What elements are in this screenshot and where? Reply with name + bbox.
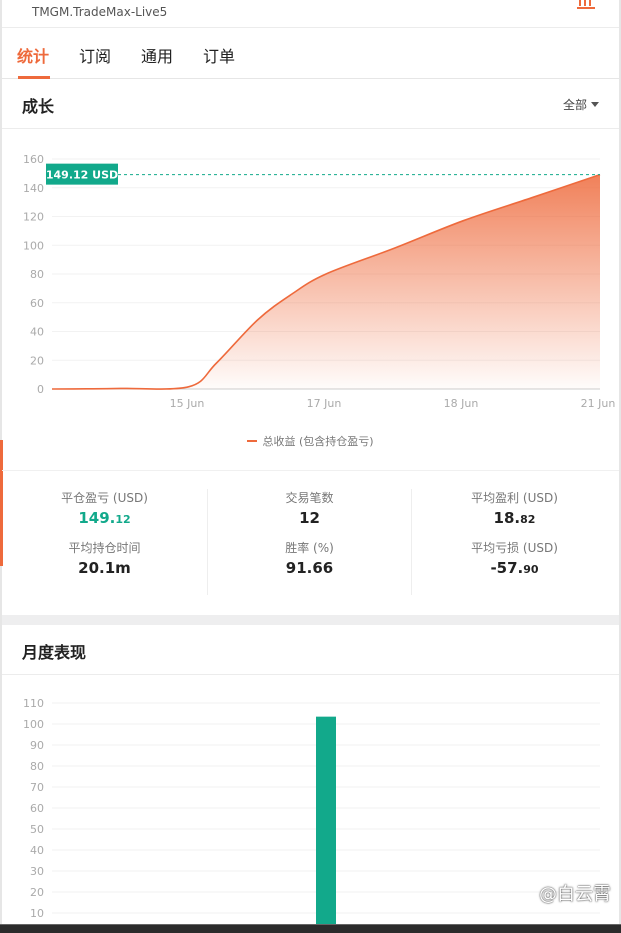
closed-pl-label: 平仓盈亏 (USD) bbox=[61, 491, 148, 505]
tab-statistics[interactable]: 统计 bbox=[17, 43, 49, 67]
growth-y-tick-label: 100 bbox=[23, 239, 44, 252]
monthly-y-tick-label: 80 bbox=[30, 760, 44, 773]
monthly-y-tick-label: 90 bbox=[30, 739, 44, 752]
growth-y-tick-label: 20 bbox=[30, 354, 44, 367]
current-value-badge-text: 149.12 USD bbox=[46, 169, 118, 182]
avg-hold-label: 平均持仓时间 bbox=[68, 541, 141, 555]
avg-profit-int: 18. bbox=[493, 509, 521, 527]
growth-y-tick-label: 40 bbox=[30, 326, 44, 339]
monthly-y-tick-label: 110 bbox=[23, 697, 44, 710]
avg-loss-label: 平均亏损 (USD) bbox=[471, 541, 558, 555]
caret-down-icon bbox=[591, 102, 599, 107]
top-bar: TMGM.TradeMax-Live5 bbox=[2, 0, 619, 28]
growth-x-tick-label: 15 Jun bbox=[170, 397, 205, 410]
growth-y-tick-label: 160 bbox=[23, 153, 44, 166]
stats-col-2: 交易笔数 12 胜率 (%) 91.66 bbox=[207, 489, 412, 595]
account-name: TMGM.TradeMax-Live5 bbox=[32, 5, 168, 19]
section-divider bbox=[2, 615, 619, 625]
growth-title: 成长 bbox=[22, 97, 55, 116]
monthly-chart: 10 20 30 40 50 60 70 80 90 100 110 bbox=[23, 697, 600, 924]
avg-loss-dec: 90 bbox=[523, 563, 539, 576]
growth-chart: 0 20 40 60 80 100 120 140 160 15 Jun 17 Jun 18 Jun 2… bbox=[23, 153, 616, 410]
avg-loss-value: -57.90 bbox=[412, 559, 617, 589]
growth-area-fill bbox=[52, 174, 600, 390]
range-label: 全部 bbox=[562, 98, 587, 112]
closed-pl-value: 149.12 bbox=[2, 509, 207, 539]
tab-orders[interactable]: 订单 bbox=[203, 43, 235, 67]
legend-line-icon bbox=[247, 440, 258, 442]
growth-y-tick-label: 80 bbox=[30, 268, 44, 281]
tab-subscribe[interactable]: 订阅 bbox=[79, 43, 111, 67]
growth-y-tick-label: 140 bbox=[23, 182, 44, 195]
bar-chart-icon[interactable] bbox=[577, 0, 597, 10]
growth-y-tick-label: 60 bbox=[30, 297, 44, 310]
monthly-y-tick-label: 100 bbox=[23, 718, 44, 731]
range-dropdown[interactable]: 全部 bbox=[563, 96, 599, 113]
monthly-y-tick-label: 50 bbox=[30, 823, 44, 836]
trades-label: 交易笔数 bbox=[285, 491, 334, 505]
stats-col-3: 平均盈利 (USD) 18.82 平均亏损 (USD) -57.90 bbox=[412, 489, 617, 589]
monthly-title: 月度表现 bbox=[22, 643, 87, 662]
growth-y-tick-label: 120 bbox=[23, 211, 44, 224]
avg-profit-value: 18.82 bbox=[412, 509, 617, 539]
monthly-y-tick-label: 40 bbox=[30, 844, 44, 857]
monthly-bar bbox=[316, 716, 336, 924]
watermark: @白云霄 bbox=[539, 884, 611, 905]
monthly-y-tick-label: 30 bbox=[30, 865, 44, 878]
closed-pl-dec: 12 bbox=[115, 513, 131, 526]
os-taskbar bbox=[0, 924, 621, 933]
monthly-y-tick-label: 20 bbox=[30, 886, 44, 899]
growth-legend[interactable]: 总收益 (包含持仓盈亏) bbox=[0, 433, 621, 449]
growth-x-tick-label: 18 Jun bbox=[444, 397, 479, 410]
avg-profit-dec: 82 bbox=[520, 513, 536, 526]
stats-panel: 平仓盈亏 (USD) 149.12 平均持仓时间 20.1m 交易笔数 12 胜… bbox=[2, 470, 619, 615]
win-rate-value: 91.66 bbox=[285, 559, 334, 577]
win-rate-label: 胜率 (%) bbox=[285, 541, 334, 555]
tab-general[interactable]: 通用 bbox=[141, 43, 173, 67]
trades-value: 12 bbox=[299, 509, 320, 527]
legend-label: 总收益 (包含持仓盈亏) bbox=[262, 435, 374, 448]
growth-y-tick-label: 0 bbox=[37, 383, 44, 396]
monthly-y-tick-label: 60 bbox=[30, 802, 44, 815]
avg-loss-int: -57. bbox=[490, 559, 524, 577]
monthly-y-tick-label: 10 bbox=[30, 907, 44, 920]
growth-header: 成长 全部 bbox=[2, 79, 619, 129]
growth-x-tick-label: 21 Jun bbox=[581, 397, 616, 410]
growth-x-tick-label: 17 Jun bbox=[307, 397, 342, 410]
closed-pl-int: 149. bbox=[78, 509, 116, 527]
avg-profit-label: 平均盈利 (USD) bbox=[471, 491, 558, 505]
monthly-header: 月度表现 bbox=[2, 625, 619, 675]
stats-col-1: 平仓盈亏 (USD) 149.12 平均持仓时间 20.1m bbox=[2, 489, 207, 589]
tab-bar: 统计 订阅 通用 订单 bbox=[2, 29, 619, 79]
monthly-y-tick-label: 70 bbox=[30, 781, 44, 794]
avg-hold-value: 20.1m bbox=[78, 559, 131, 577]
